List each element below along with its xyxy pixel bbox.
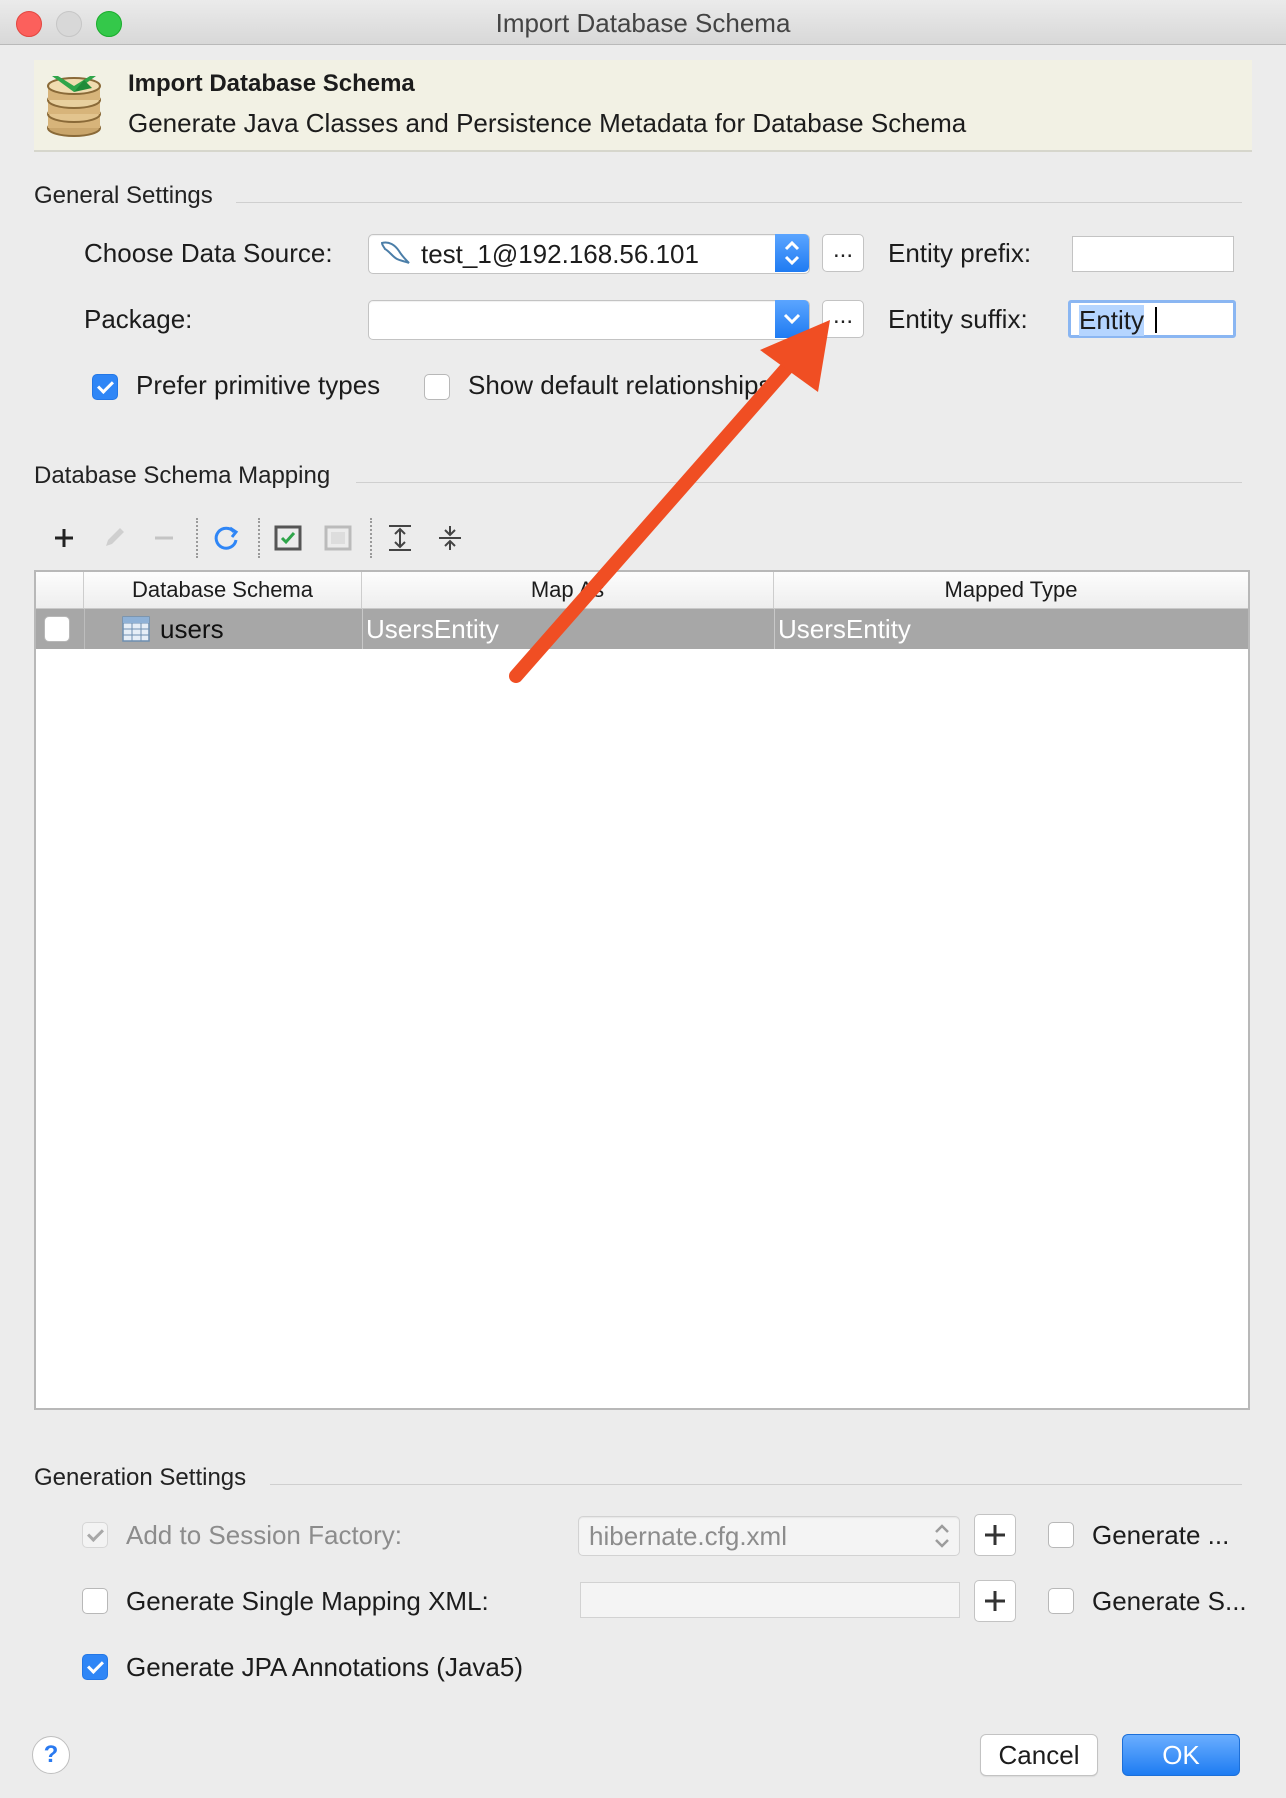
annotation-arrow-icon [509, 320, 830, 683]
